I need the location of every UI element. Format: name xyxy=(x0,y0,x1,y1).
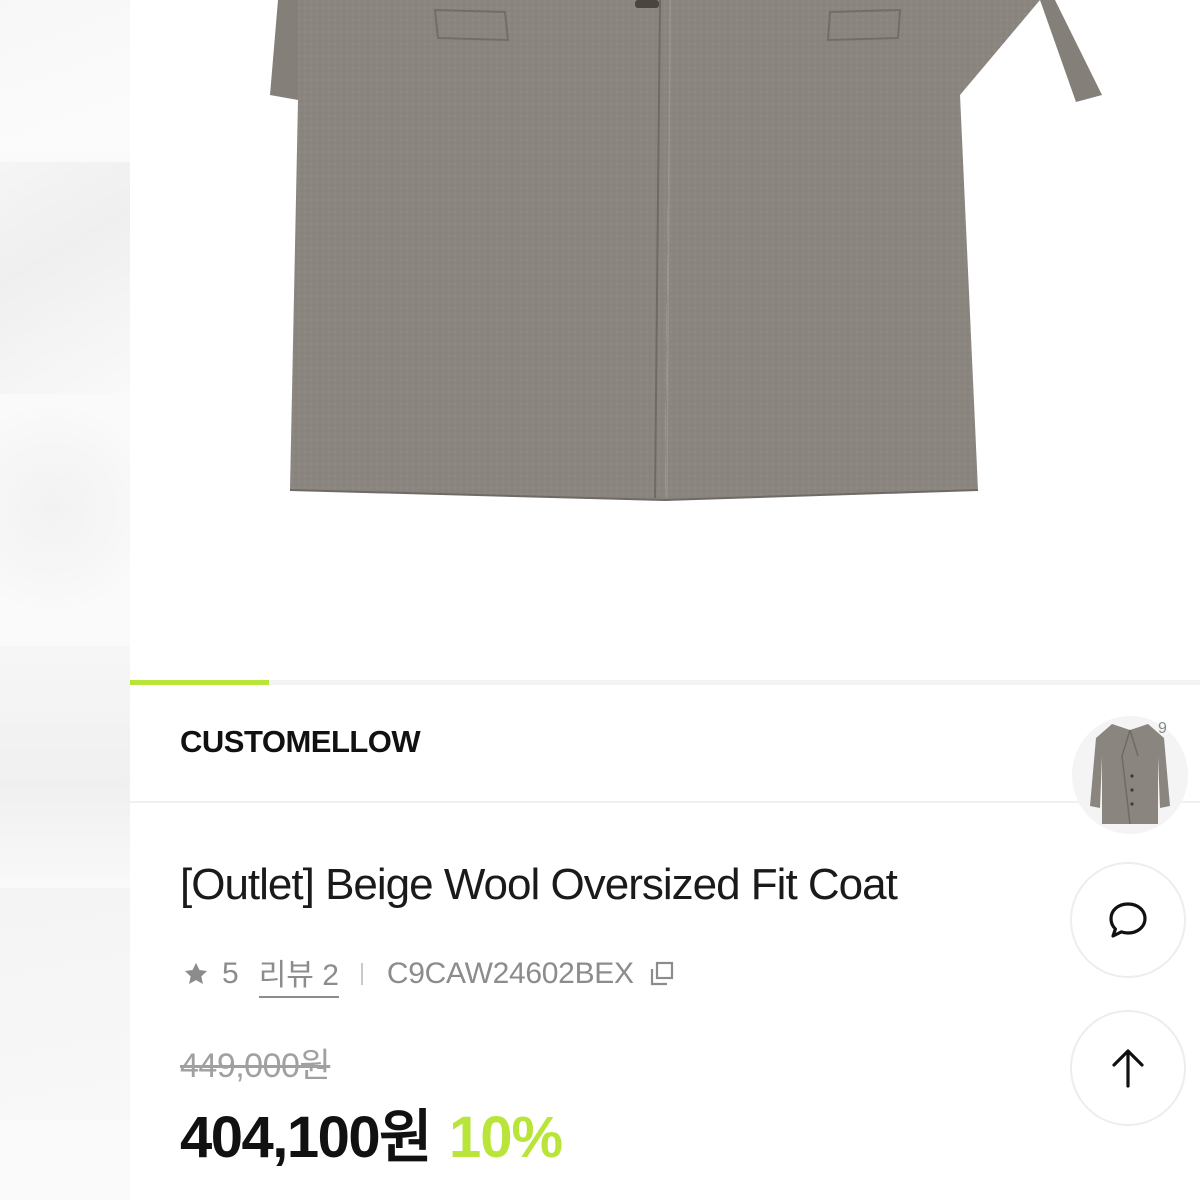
badge-count: 9 xyxy=(1158,720,1167,737)
scroll-top-button[interactable] xyxy=(1070,1010,1186,1126)
brand-name[interactable]: CUSTOMELLOW xyxy=(180,724,421,760)
product-meta: 5 리뷰 2 C9CAW24602BEX xyxy=(182,950,678,998)
gallery-thumbnail[interactable] xyxy=(0,162,130,394)
star-icon xyxy=(184,962,208,985)
coat-thumbnail-icon xyxy=(1090,724,1170,825)
gallery-thumbnail[interactable] xyxy=(0,0,130,150)
chat-bubble-icon xyxy=(1109,902,1147,938)
recent-product-thumbnail[interactable] xyxy=(1072,716,1188,834)
coat-image xyxy=(270,0,1102,502)
copy-icon[interactable] xyxy=(646,958,678,990)
sale-price: 404,100원 xyxy=(180,1105,433,1170)
gallery-progress-fill xyxy=(130,680,270,685)
gallery-thumbnail[interactable] xyxy=(0,404,130,636)
thumbnail-strip xyxy=(0,0,130,1200)
review-link[interactable]: 리뷰 2 xyxy=(258,950,339,998)
price-row: 404,100원 10% xyxy=(180,1090,563,1174)
product-title: [Outlet] Beige Wool Oversized Fit Coat xyxy=(180,860,898,909)
gallery-thumbnail[interactable] xyxy=(0,646,130,878)
gallery-progress xyxy=(130,680,1200,685)
chat-button[interactable] xyxy=(1070,862,1186,978)
divider xyxy=(130,801,1200,803)
original-price: 449,000원 xyxy=(180,1047,331,1085)
separator xyxy=(360,963,363,985)
product-code: C9CAW24602BEX xyxy=(386,957,634,990)
gallery-thumbnail[interactable] xyxy=(0,888,130,1120)
rating-value: 5 xyxy=(222,957,239,990)
product-image[interactable] xyxy=(130,0,1200,680)
arrow-up-icon xyxy=(1112,1049,1144,1088)
discount-rate: 10% xyxy=(449,1105,563,1170)
